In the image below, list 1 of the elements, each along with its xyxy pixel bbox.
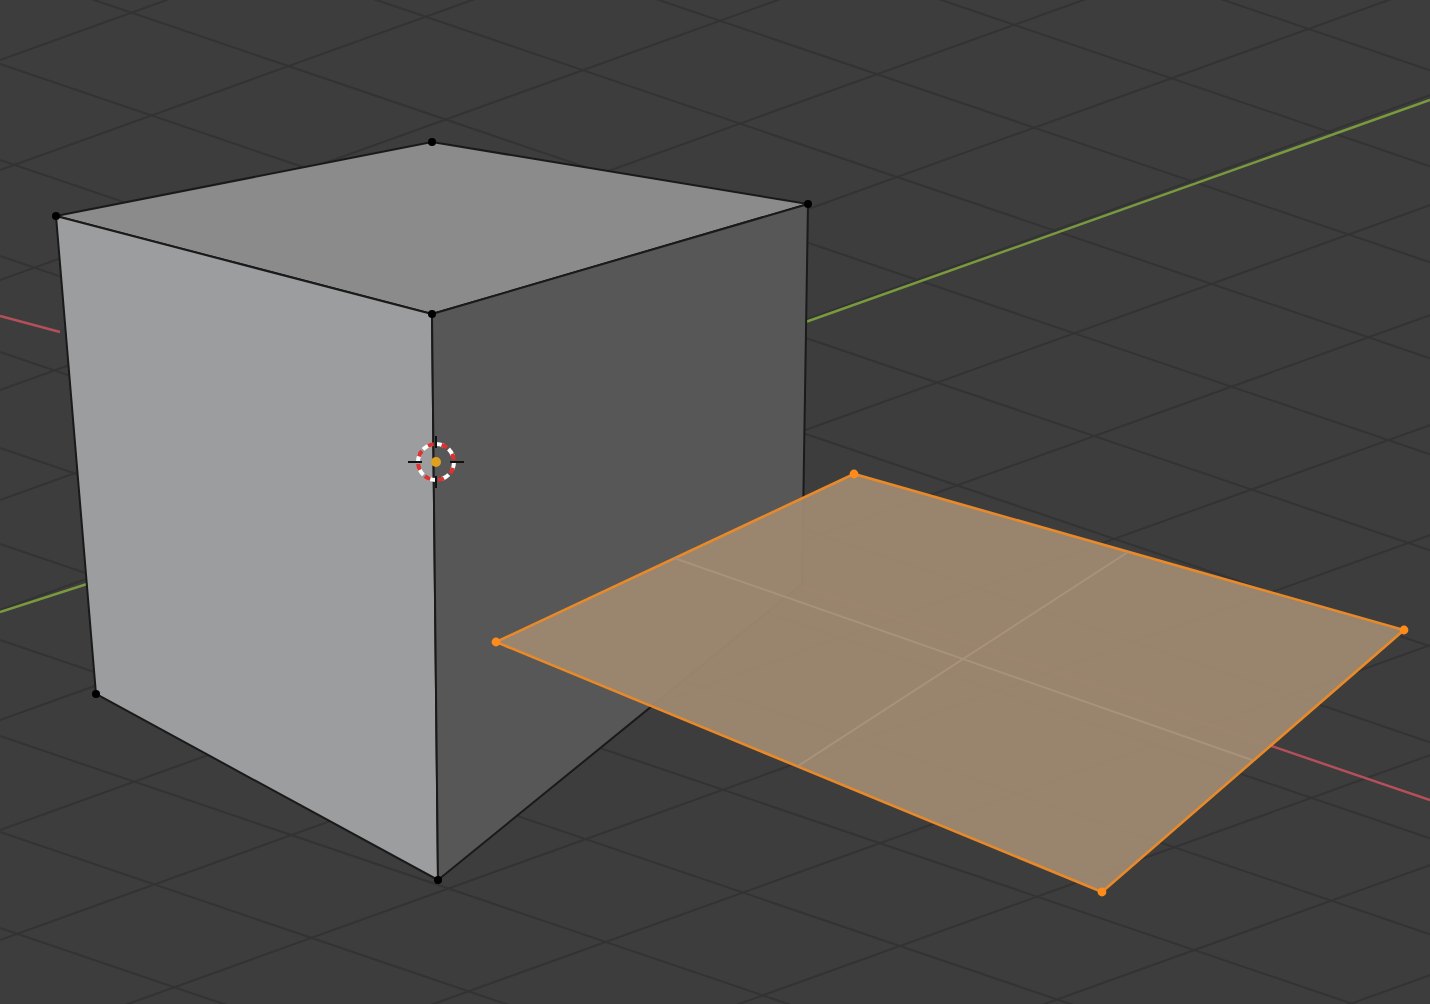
x-axis-line [0, 314, 61, 334]
